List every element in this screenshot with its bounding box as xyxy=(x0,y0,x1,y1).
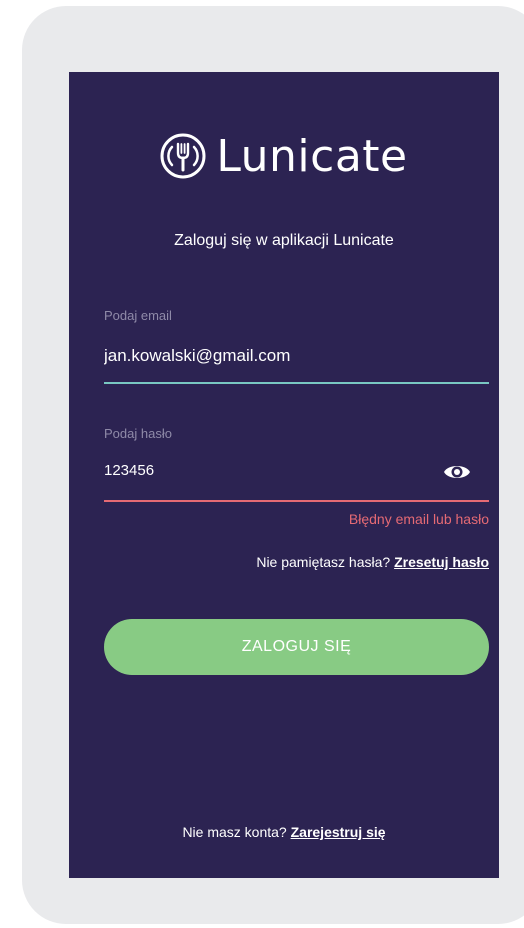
register-link[interactable]: Zarejestruj się xyxy=(291,824,386,840)
brand-logo: Lunicate xyxy=(69,126,499,186)
password-field[interactable] xyxy=(104,462,424,479)
brand-name: Lunicate xyxy=(216,130,408,182)
password-underline xyxy=(104,500,489,502)
device-frame: Lunicate Zaloguj się w aplikacji Lunicat… xyxy=(22,6,524,924)
login-screen: Lunicate Zaloguj się w aplikacji Lunicat… xyxy=(69,72,499,878)
forgot-password-text: Nie pamiętasz hasła? xyxy=(256,554,391,570)
email-field[interactable] xyxy=(104,346,424,366)
no-account-text: Nie masz konta? xyxy=(182,824,287,840)
password-label: Podaj hasło xyxy=(104,426,172,441)
reset-password-link[interactable]: Zresetuj hasło xyxy=(394,554,489,570)
page-subtitle: Zaloguj się w aplikacji Lunicate xyxy=(174,232,394,249)
email-underline xyxy=(104,382,489,384)
forgot-password-row: Nie pamiętasz hasła? Zresetuj hasło xyxy=(256,554,489,570)
email-label: Podaj email xyxy=(104,308,172,323)
fork-in-circle-icon xyxy=(160,133,206,179)
error-message: Błędny email lub hasło xyxy=(348,511,489,527)
eye-icon[interactable] xyxy=(443,461,471,483)
register-row: Nie masz konta? Zarejestruj się xyxy=(69,824,499,840)
login-button[interactable]: ZALOGUJ SIĘ xyxy=(104,619,489,675)
